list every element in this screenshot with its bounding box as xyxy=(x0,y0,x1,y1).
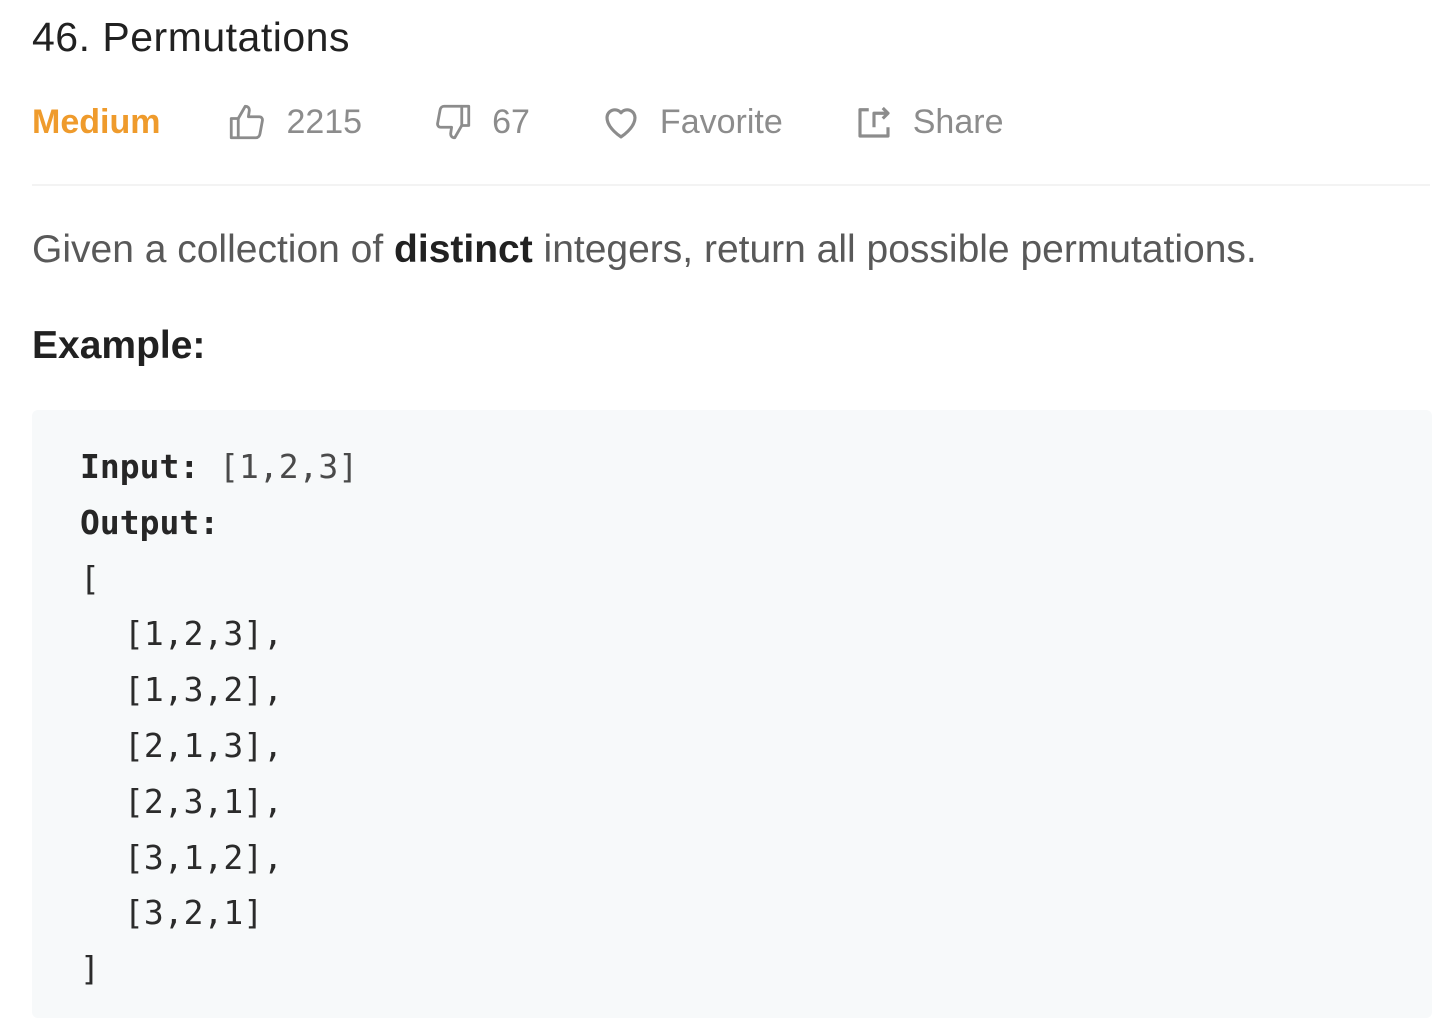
problem-title: 46. Permutations xyxy=(32,14,350,60)
dislike-count: 67 xyxy=(492,102,530,141)
share-label: Share xyxy=(912,102,1004,141)
output-close-bracket: ] xyxy=(80,949,100,989)
output-row: [2,3,1], xyxy=(124,781,283,821)
output-label: Output: xyxy=(80,502,220,542)
share-button[interactable]: Share xyxy=(853,101,1004,143)
input-label: Input: xyxy=(80,447,200,486)
output-row: [3,1,2], xyxy=(124,837,283,877)
problem-meta-bar: Medium 2215 67 Favorite Share xyxy=(32,96,1003,148)
thumbs-down-icon xyxy=(436,104,471,140)
example-heading: Example: xyxy=(32,324,206,367)
example-code-block: Input: [1,2,3] Output: [ [1,2,3], [1,3,2… xyxy=(32,410,1432,1018)
divider xyxy=(32,184,1430,186)
dislike-button[interactable]: 67 xyxy=(432,101,530,143)
like-count: 2215 xyxy=(286,102,363,141)
output-row: [1,2,3], xyxy=(124,614,283,654)
input-line: Input: [1,2,3] xyxy=(80,446,1432,502)
description-text-end: integers, return all possible permutatio… xyxy=(532,228,1257,271)
description-text-start: Given a collection of xyxy=(32,228,395,271)
output-row: [3,2,1] xyxy=(124,893,264,933)
like-button[interactable]: 2215 xyxy=(226,101,362,143)
output-line: Output: xyxy=(80,502,1432,558)
output-row: [1,3,2], xyxy=(124,670,283,710)
share-icon xyxy=(858,106,890,138)
output-open-bracket: [ xyxy=(80,558,100,598)
heart-icon xyxy=(605,108,637,139)
input-value: [1,2,3] xyxy=(199,447,359,486)
problem-page: 46. Permutations Medium 2215 67 Favorite xyxy=(0,0,1440,1018)
favorite-button[interactable]: Favorite xyxy=(600,101,783,143)
output-row: [2,1,3], xyxy=(124,725,283,765)
difficulty-badge: Medium xyxy=(32,102,161,141)
favorite-label: Favorite xyxy=(659,102,783,141)
problem-description: Given a collection of distinct integers,… xyxy=(32,228,1257,272)
thumbs-up-icon xyxy=(230,104,265,140)
description-emphasis: distinct xyxy=(394,228,533,271)
